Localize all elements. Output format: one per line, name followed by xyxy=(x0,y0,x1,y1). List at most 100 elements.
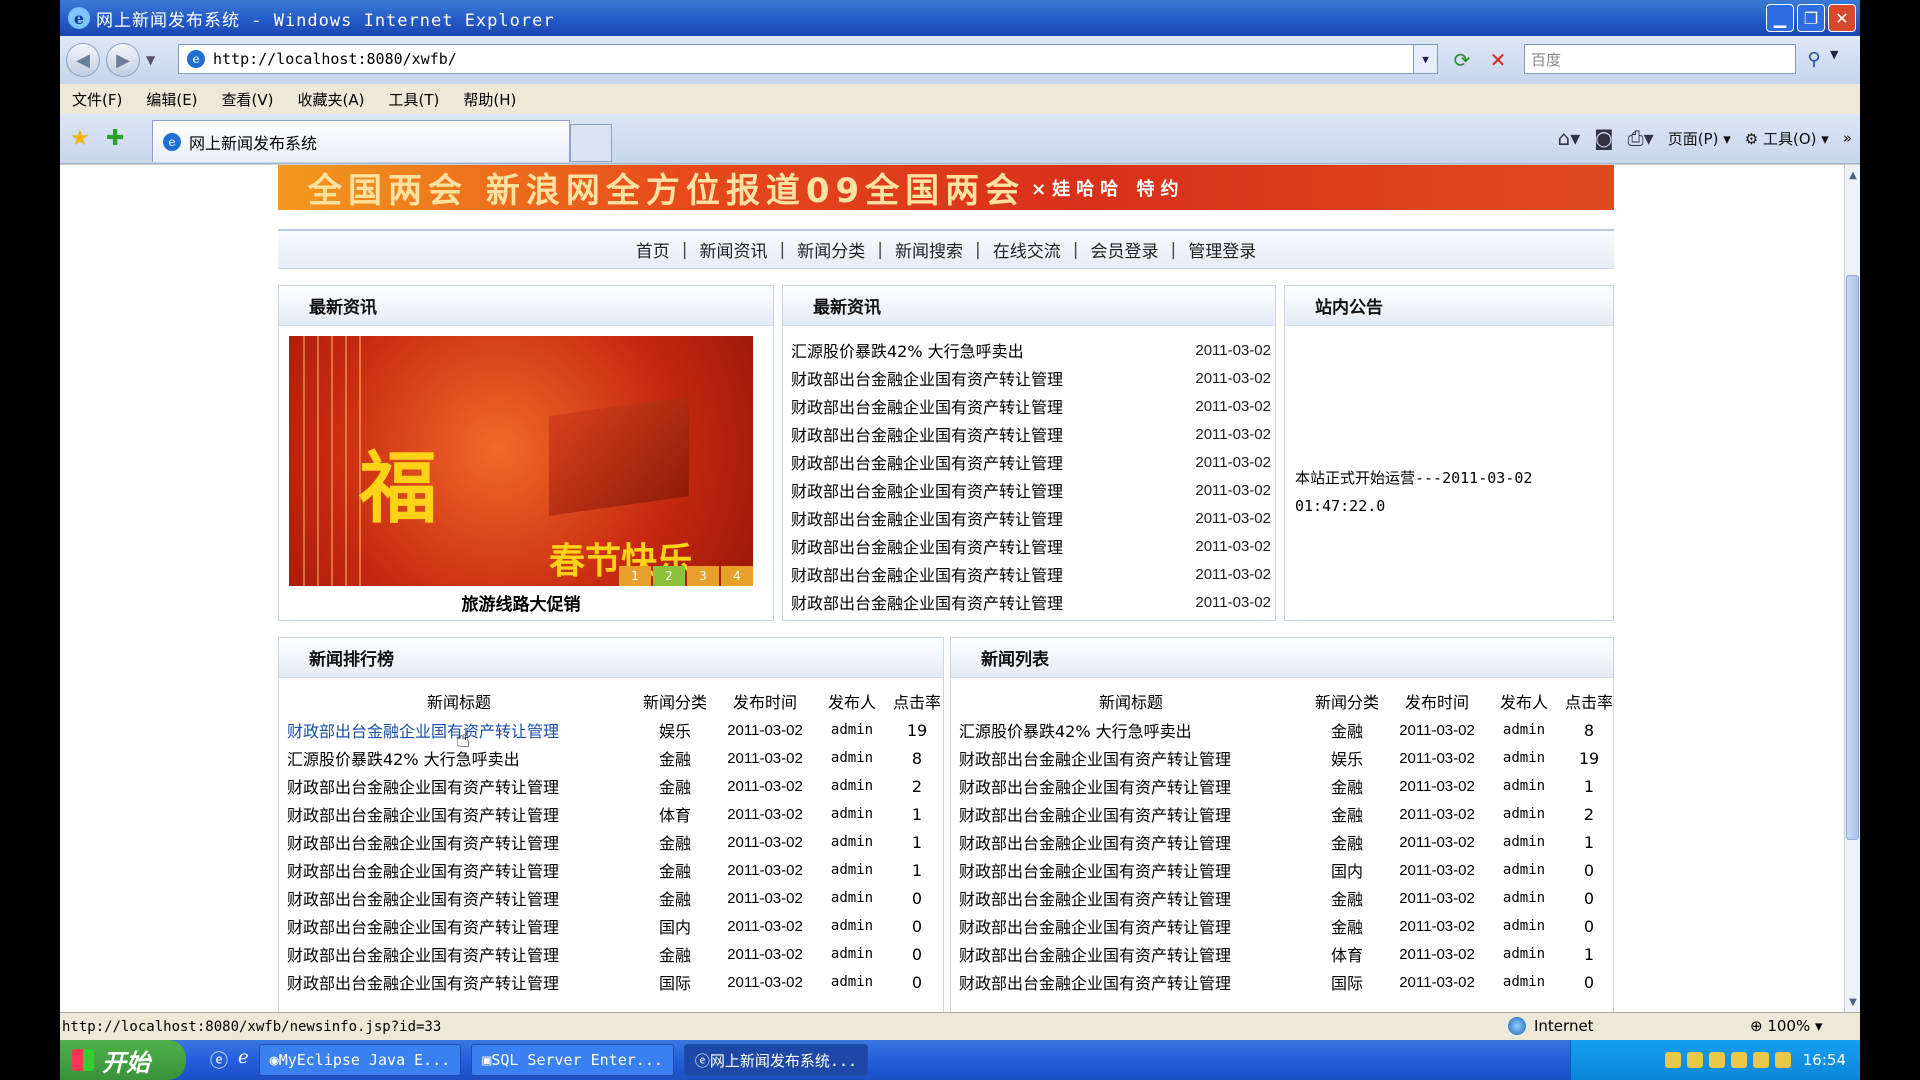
news-title-link[interactable]: 财政部出台金融企业国有资产转让管理 xyxy=(959,744,1303,772)
tray-qq-icon[interactable] xyxy=(1708,1052,1725,1068)
table-row[interactable]: 财政部出台金融企业国有资产转让管理 金融 2011-03-02 admin 0 xyxy=(959,884,1613,912)
new-tab-button[interactable] xyxy=(570,124,612,162)
home-icon[interactable]: ⌂▾ xyxy=(1558,126,1581,150)
news-title-link[interactable]: 财政部出台金融企业国有资产转让管理 xyxy=(791,450,1063,474)
news-title-link[interactable]: 财政部出台金融企业国有资产转让管理 xyxy=(287,856,631,884)
menu-help[interactable]: 帮助(H) xyxy=(463,89,516,110)
table-row[interactable]: 财政部出台金融企业国有资产转让管理 国内 2011-03-02 admin 0 xyxy=(959,856,1613,884)
news-title-link[interactable]: 财政部出台金融企业国有资产转让管理 xyxy=(791,394,1063,418)
list-item[interactable]: 财政部出台金融企业国有资产转让管理 2011-03-02 xyxy=(791,532,1271,560)
news-title-link[interactable]: 财政部出台金融企业国有资产转让管理 xyxy=(791,478,1063,502)
list-item[interactable]: 财政部出台金融企业国有资产转让管理 2011-03-02 xyxy=(791,504,1271,532)
favorites-star-icon[interactable]: ★ xyxy=(70,126,90,151)
nav-news[interactable]: 新闻资讯 xyxy=(700,237,768,262)
news-title-link[interactable]: 财政部出台金融企业国有资产转让管理 xyxy=(287,800,631,828)
nav-admin-login[interactable]: 管理登录 xyxy=(1188,237,1256,262)
table-row[interactable]: 财政部出台金融企业国有资产转让管理 娱乐 2011-03-02 admin 19 xyxy=(959,744,1613,772)
print-icon[interactable]: ⎙▾ xyxy=(1628,126,1654,150)
tray-volume-icon[interactable] xyxy=(1752,1052,1769,1068)
table-row[interactable]: 财政部出台金融企业国有资产转让管理 金融 2011-03-02 admin 2 xyxy=(959,800,1613,828)
minimize-button[interactable]: ▁ xyxy=(1766,4,1794,32)
tray-update-icon[interactable] xyxy=(1774,1052,1791,1068)
search-icon[interactable]: ⚲ xyxy=(1800,46,1828,72)
news-title-link[interactable]: 财政部出台金融企业国有资产转让管理 xyxy=(959,772,1303,800)
table-row[interactable]: 财政部出台金融企业国有资产转让管理 金融 2011-03-02 admin 1 xyxy=(959,828,1613,856)
news-title-link[interactable]: 财政部出台金融企业国有资产转让管理 xyxy=(959,856,1303,884)
ie-quicklaunch-icon[interactable]: ⓔ xyxy=(210,1047,228,1073)
news-title-link[interactable]: 汇源股价暴跌42% 大行急呼卖出 xyxy=(959,716,1303,744)
news-title-link[interactable]: 财政部出台金融企业国有资产转让管理 xyxy=(287,884,631,912)
news-title-link[interactable]: 财政部出台金融企业国有资产转让管理 xyxy=(791,366,1063,390)
notice-text[interactable]: 本站正式开始运营---2011-03-02 01:47:22.0 xyxy=(1295,464,1595,520)
browser-quicklaunch-icon[interactable]: ℯ xyxy=(238,1047,249,1073)
list-item[interactable]: 财政部出台金融企业国有资产转让管理 2011-03-02 xyxy=(791,448,1271,476)
nav-category[interactable]: 新闻分类 xyxy=(797,237,865,262)
vertical-scrollbar[interactable]: ▲ ▼ xyxy=(1844,165,1860,1012)
tray-security-icon[interactable] xyxy=(1730,1052,1747,1068)
close-button[interactable]: ✕ xyxy=(1828,4,1856,32)
table-row[interactable]: 财政部出台金融企业国有资产转让管理 国际 2011-03-02 admin 0 xyxy=(959,968,1613,996)
table-row[interactable]: 财政部出台金融企业国有资产转让管理 国际 2011-03-02 admin 0 xyxy=(287,968,941,996)
table-row[interactable]: 财政部出台金融企业国有资产转让管理 金融 2011-03-02 admin 1 xyxy=(287,856,941,884)
table-row[interactable]: 财政部出台金融企业国有资产转让管理 金融 2011-03-02 admin 1 xyxy=(287,828,941,856)
list-item[interactable]: 财政部出台金融企业国有资产转让管理 2011-03-02 xyxy=(791,364,1271,392)
promo-caption[interactable]: 旅游线路大促销 xyxy=(279,590,763,615)
table-row[interactable]: 财政部出台金融企业国有资产转让管理 体育 2011-03-02 admin 1 xyxy=(959,940,1613,968)
nav-home[interactable]: 首页 xyxy=(636,237,670,262)
nav-search[interactable]: 新闻搜索 xyxy=(895,237,963,262)
news-title-link[interactable]: 财政部出台金融企业国有资产转让管理 xyxy=(959,912,1303,940)
table-row[interactable]: 财政部出台金融企业国有资产转让管理 金融 2011-03-02 admin 0 xyxy=(287,940,941,968)
feeds-icon[interactable]: ◙ xyxy=(1594,126,1613,150)
menu-file[interactable]: 文件(F) xyxy=(72,89,122,110)
table-row[interactable]: 汇源股价暴跌42% 大行急呼卖出 金融 2011-03-02 admin 8 xyxy=(287,744,941,772)
news-title-link[interactable]: 财政部出台金融企业国有资产转让管理 xyxy=(287,912,631,940)
list-item[interactable]: 财政部出台金融企业国有资产转让管理 2011-03-02 xyxy=(791,476,1271,504)
taskbar-item-ie[interactable]: ⓔ 网上新闻发布系统... xyxy=(683,1044,869,1076)
add-favorite-icon[interactable]: ✚ xyxy=(106,126,124,151)
news-title-link[interactable]: 财政部出台金融企业国有资产转让管理 xyxy=(959,940,1303,968)
news-title-link[interactable]: 财政部出台金融企业国有资产转让管理 xyxy=(287,828,631,856)
table-row[interactable]: 财政部出台金融企业国有资产转让管理 金融 2011-03-02 admin 0 xyxy=(959,912,1613,940)
table-row[interactable]: 财政部出台金融企业国有资产转让管理 娱乐 2011-03-02 admin 19 xyxy=(287,716,941,744)
nav-member-login[interactable]: 会员登录 xyxy=(1090,237,1158,262)
news-title-link[interactable]: 财政部出台金融企业国有资产转让管理 xyxy=(791,562,1063,586)
promo-page-4[interactable]: 4 xyxy=(721,566,753,586)
news-title-link[interactable]: 财政部出台金融企业国有资产转让管理 xyxy=(959,968,1303,996)
promo-page-3[interactable]: 3 xyxy=(687,566,719,586)
menu-tools[interactable]: 工具(T) xyxy=(388,89,439,110)
search-options-icon[interactable]: ▼ xyxy=(1830,48,1838,61)
zoom-control[interactable]: ⊕ 100% ▾ xyxy=(1750,1017,1823,1035)
more-chevron-icon[interactable]: » xyxy=(1843,129,1852,147)
table-row[interactable]: 财政部出台金融企业国有资产转让管理 金融 2011-03-02 admin 1 xyxy=(959,772,1613,800)
table-row[interactable]: 财政部出台金融企业国有资产转让管理 体育 2011-03-02 admin 1 xyxy=(287,800,941,828)
table-row[interactable]: 财政部出台金融企业国有资产转让管理 金融 2011-03-02 admin 0 xyxy=(287,884,941,912)
start-button[interactable]: 开始 xyxy=(60,1040,186,1080)
list-item[interactable]: 财政部出台金融企业国有资产转让管理 2011-03-02 xyxy=(791,392,1271,420)
search-input[interactable]: 百度 xyxy=(1524,44,1796,74)
address-input[interactable]: e http://localhost:8080/xwfb/ ▼ xyxy=(178,44,1438,74)
menu-view[interactable]: 查看(V) xyxy=(222,89,274,110)
security-zone[interactable]: Internet xyxy=(1508,1017,1594,1035)
promo-page-1[interactable]: 1 xyxy=(619,566,651,586)
back-button[interactable]: ◀ xyxy=(66,43,100,77)
list-item[interactable]: 财政部出台金融企业国有资产转让管理 2011-03-02 xyxy=(791,560,1271,588)
news-title-link[interactable]: 财政部出台金融企业国有资产转让管理 xyxy=(287,772,631,800)
taskbar-item-sqlserver[interactable]: ▣ SQL Server Enter... xyxy=(471,1044,674,1076)
list-item[interactable]: 财政部出台金融企业国有资产转让管理 2011-03-02 xyxy=(791,588,1271,616)
news-title-link[interactable]: 财政部出台金融企业国有资产转让管理 xyxy=(791,506,1063,530)
news-title-link[interactable]: 财政部出台金融企业国有资产转让管理 xyxy=(287,968,631,996)
forward-button[interactable]: ▶ xyxy=(106,43,140,77)
news-title-link[interactable]: 汇源股价暴跌42% 大行急呼卖出 xyxy=(791,338,1024,362)
table-row[interactable]: 财政部出台金融企业国有资产转让管理 国内 2011-03-02 admin 0 xyxy=(287,912,941,940)
refresh-icon[interactable]: ⟳ xyxy=(1448,46,1476,74)
scroll-up-icon[interactable]: ▲ xyxy=(1845,167,1861,183)
list-item[interactable]: 财政部出台金融企业国有资产转让管理 2011-03-02 xyxy=(791,420,1271,448)
news-title-link[interactable]: 财政部出台金融企业国有资产转让管理 xyxy=(959,800,1303,828)
menu-favorites[interactable]: 收藏夹(A) xyxy=(298,89,365,110)
tools-menu[interactable]: ⚙ 工具(O) ▾ xyxy=(1745,128,1829,149)
news-title-link[interactable]: 财政部出台金融企业国有资产转让管理 xyxy=(791,590,1063,614)
menu-edit[interactable]: 编辑(E) xyxy=(146,89,197,110)
taskbar-item-myeclipse[interactable]: ◉ MyEclipse Java E... xyxy=(258,1044,462,1076)
news-title-link[interactable]: 财政部出台金融企业国有资产转让管理 xyxy=(959,884,1303,912)
table-row[interactable]: 财政部出台金融企业国有资产转让管理 金融 2011-03-02 admin 2 xyxy=(287,772,941,800)
